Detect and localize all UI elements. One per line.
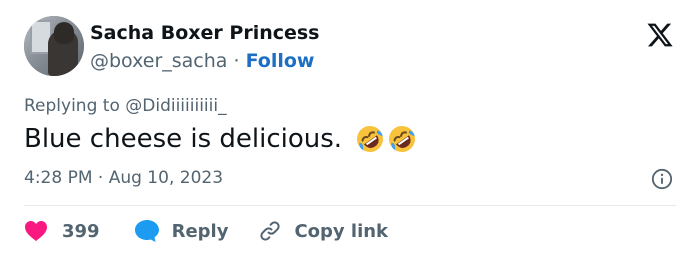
tweet-text: Blue cheese is delicious. <box>24 124 343 154</box>
handle-separator: · <box>233 50 240 72</box>
like-count: 399 <box>62 220 100 242</box>
x-logo-icon[interactable] <box>645 21 675 49</box>
rolling-on-floor-laughing-icon <box>389 126 416 152</box>
avatar[interactable] <box>24 16 84 76</box>
avatar-dog-head <box>54 22 74 44</box>
tweet-emojis <box>354 123 418 155</box>
link-icon <box>260 221 281 241</box>
copy-link-button[interactable]: Copy link <box>258 219 388 243</box>
reply-label: Reply <box>171 220 229 242</box>
follow-button[interactable]: Follow <box>246 50 315 72</box>
replying-to-handle[interactable]: @Didiiiiiiiiii_ <box>125 96 226 116</box>
copy-link-label: Copy link <box>294 220 389 242</box>
tweet-body: Blue cheese is delicious. <box>24 123 418 155</box>
replying-prefix: Replying to <box>24 96 120 116</box>
heart-icon <box>25 221 47 241</box>
rolling-on-floor-laughing-icon <box>357 126 384 152</box>
speech-bubble-icon <box>134 220 159 242</box>
author-name[interactable]: Sacha Boxer Princess <box>90 22 320 44</box>
info-icon[interactable] <box>651 168 673 190</box>
author-handle-row: @boxer_sacha · Follow <box>90 50 314 72</box>
replying-to: Replying to @Didiiiiiiiiii_ <box>24 96 227 116</box>
action-bar: 399 Reply Copy link <box>24 218 388 244</box>
author-handle[interactable]: @boxer_sacha <box>90 50 227 72</box>
like-button[interactable]: 399 <box>24 220 100 242</box>
tweet-timestamp[interactable]: 4:28 PM · Aug 10, 2023 <box>24 168 223 188</box>
reply-button[interactable]: Reply <box>134 219 229 243</box>
divider <box>24 205 676 206</box>
